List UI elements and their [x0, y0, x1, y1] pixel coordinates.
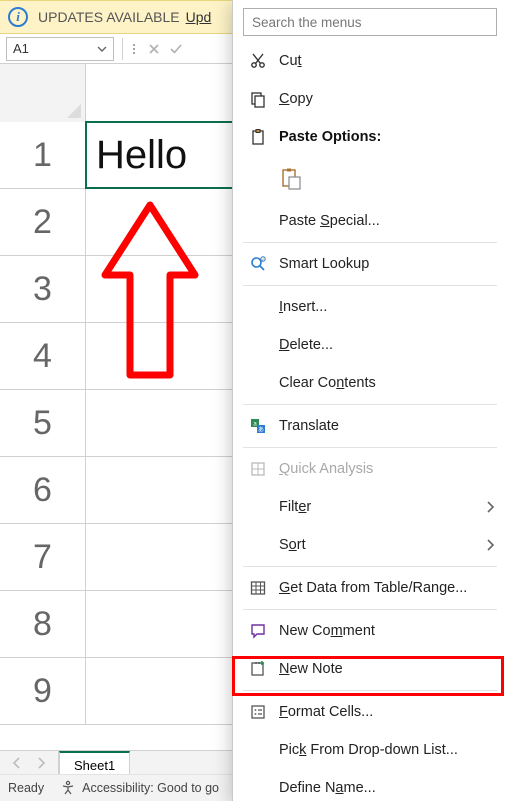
scissors-icon [245, 52, 271, 70]
sheet-tab[interactable]: Sheet1 [59, 751, 130, 774]
chevron-right-icon [485, 501, 495, 513]
row-header-2[interactable]: 2 [0, 189, 86, 255]
row-header-8[interactable]: 8 [0, 591, 86, 657]
row-header-7[interactable]: 7 [0, 524, 86, 590]
check-icon[interactable] [168, 41, 184, 57]
paste-option-default[interactable] [233, 156, 507, 202]
menu-new-note[interactable]: New Note [233, 650, 507, 688]
separator [243, 566, 497, 567]
menu-item-label: Get Data from Table/Range... [279, 580, 467, 596]
copy-icon [245, 90, 271, 108]
menu-item-label: Pick From Drop-down List... [279, 742, 458, 758]
menu-paste-options: Paste Options: [233, 118, 507, 156]
row-header-6[interactable]: 6 [0, 457, 86, 523]
separator [243, 285, 497, 286]
grip-icon [131, 44, 137, 54]
separator [243, 447, 497, 448]
menu-translate[interactable]: aあ Translate [233, 407, 507, 445]
separator [243, 404, 497, 405]
menu-define-name[interactable]: Define Name... [233, 769, 507, 801]
menu-quick-analysis: Quick Analysis [233, 450, 507, 488]
menu-item-label: Cut [279, 53, 302, 69]
table-icon [245, 579, 271, 597]
menu-clear-contents[interactable]: Clear Contents [233, 364, 507, 402]
menu-item-label: New Comment [279, 623, 375, 639]
comment-icon [245, 622, 271, 640]
menu-item-label: Translate [279, 418, 339, 434]
sheet-nav-prev-icon[interactable] [12, 757, 22, 769]
menu-item-label: Delete... [279, 337, 333, 353]
sheet-tab-label: Sheet1 [74, 758, 115, 773]
updates-link[interactable]: Upd [186, 9, 212, 25]
menu-item-label: Insert... [279, 299, 327, 315]
row-header-3[interactable]: 3 [0, 256, 86, 322]
separator [122, 38, 123, 60]
row-header-1[interactable]: 1 [0, 122, 86, 188]
clipboard-icon [245, 128, 271, 146]
menu-item-label: Quick Analysis [279, 461, 373, 477]
menu-delete[interactable]: Delete... [233, 326, 507, 364]
select-all-corner[interactable] [0, 64, 86, 122]
menu-item-label: Format Cells... [279, 704, 373, 720]
menu-item-label: Paste Options: [279, 129, 381, 145]
note-icon [245, 660, 271, 678]
menu-get-data[interactable]: Get Data from Table/Range... [233, 569, 507, 607]
row-header-4[interactable]: 4 [0, 323, 86, 389]
menu-smart-lookup[interactable]: i Smart Lookup [233, 245, 507, 283]
svg-text:あ: あ [258, 427, 264, 434]
row-header-5[interactable]: 5 [0, 390, 86, 456]
menu-item-label: Filter [279, 499, 311, 515]
info-icon: i [8, 7, 28, 27]
menu-sort[interactable]: Sort [233, 526, 507, 564]
context-menu: Search the menus Cut Copy Paste Options: [232, 0, 507, 801]
name-box-value: A1 [13, 41, 29, 56]
menu-new-comment[interactable]: New Comment [233, 612, 507, 650]
chevron-right-icon [485, 539, 495, 551]
menu-item-label: Smart Lookup [279, 256, 369, 272]
cancel-icon[interactable] [146, 41, 162, 57]
menu-pick-from-list[interactable]: Pick From Drop-down List... [233, 731, 507, 769]
menu-search-placeholder: Search the menus [252, 15, 362, 30]
menu-item-label: Define Name... [279, 780, 376, 796]
sheet-nav-next-icon[interactable] [36, 757, 46, 769]
name-box[interactable]: A1 [6, 37, 114, 61]
menu-format-cells[interactable]: Format Cells... [233, 693, 507, 731]
separator [243, 609, 497, 610]
menu-cut[interactable]: Cut [233, 42, 507, 80]
menu-item-label: New Note [279, 661, 343, 677]
accessibility-icon [60, 780, 76, 796]
svg-text:i: i [263, 257, 264, 262]
status-accessibility: Accessibility: Good to go [82, 781, 219, 795]
menu-copy[interactable]: Copy [233, 80, 507, 118]
row-header-9[interactable]: 9 [0, 658, 86, 724]
menu-item-label: Copy [279, 91, 313, 107]
paste-icon [279, 167, 303, 191]
menu-item-label: Paste Special... [279, 213, 380, 229]
menu-filter[interactable]: Filter [233, 488, 507, 526]
menu-item-label: Sort [279, 537, 306, 553]
separator [243, 690, 497, 691]
format-cells-icon [245, 703, 271, 721]
menu-insert[interactable]: Insert... [233, 288, 507, 326]
menu-item-label: Clear Contents [279, 375, 376, 391]
translate-icon: aあ [245, 417, 271, 435]
sheet-nav [0, 751, 58, 774]
separator [243, 242, 497, 243]
menu-paste-special[interactable]: Paste Special... [233, 202, 507, 240]
search-icon: i [245, 255, 271, 273]
status-ready: Ready [8, 781, 44, 795]
chevron-down-icon [97, 44, 107, 54]
menu-search-input[interactable]: Search the menus [243, 8, 497, 36]
updates-title: UPDATES AVAILABLE [38, 9, 180, 25]
quick-analysis-icon [245, 460, 271, 478]
